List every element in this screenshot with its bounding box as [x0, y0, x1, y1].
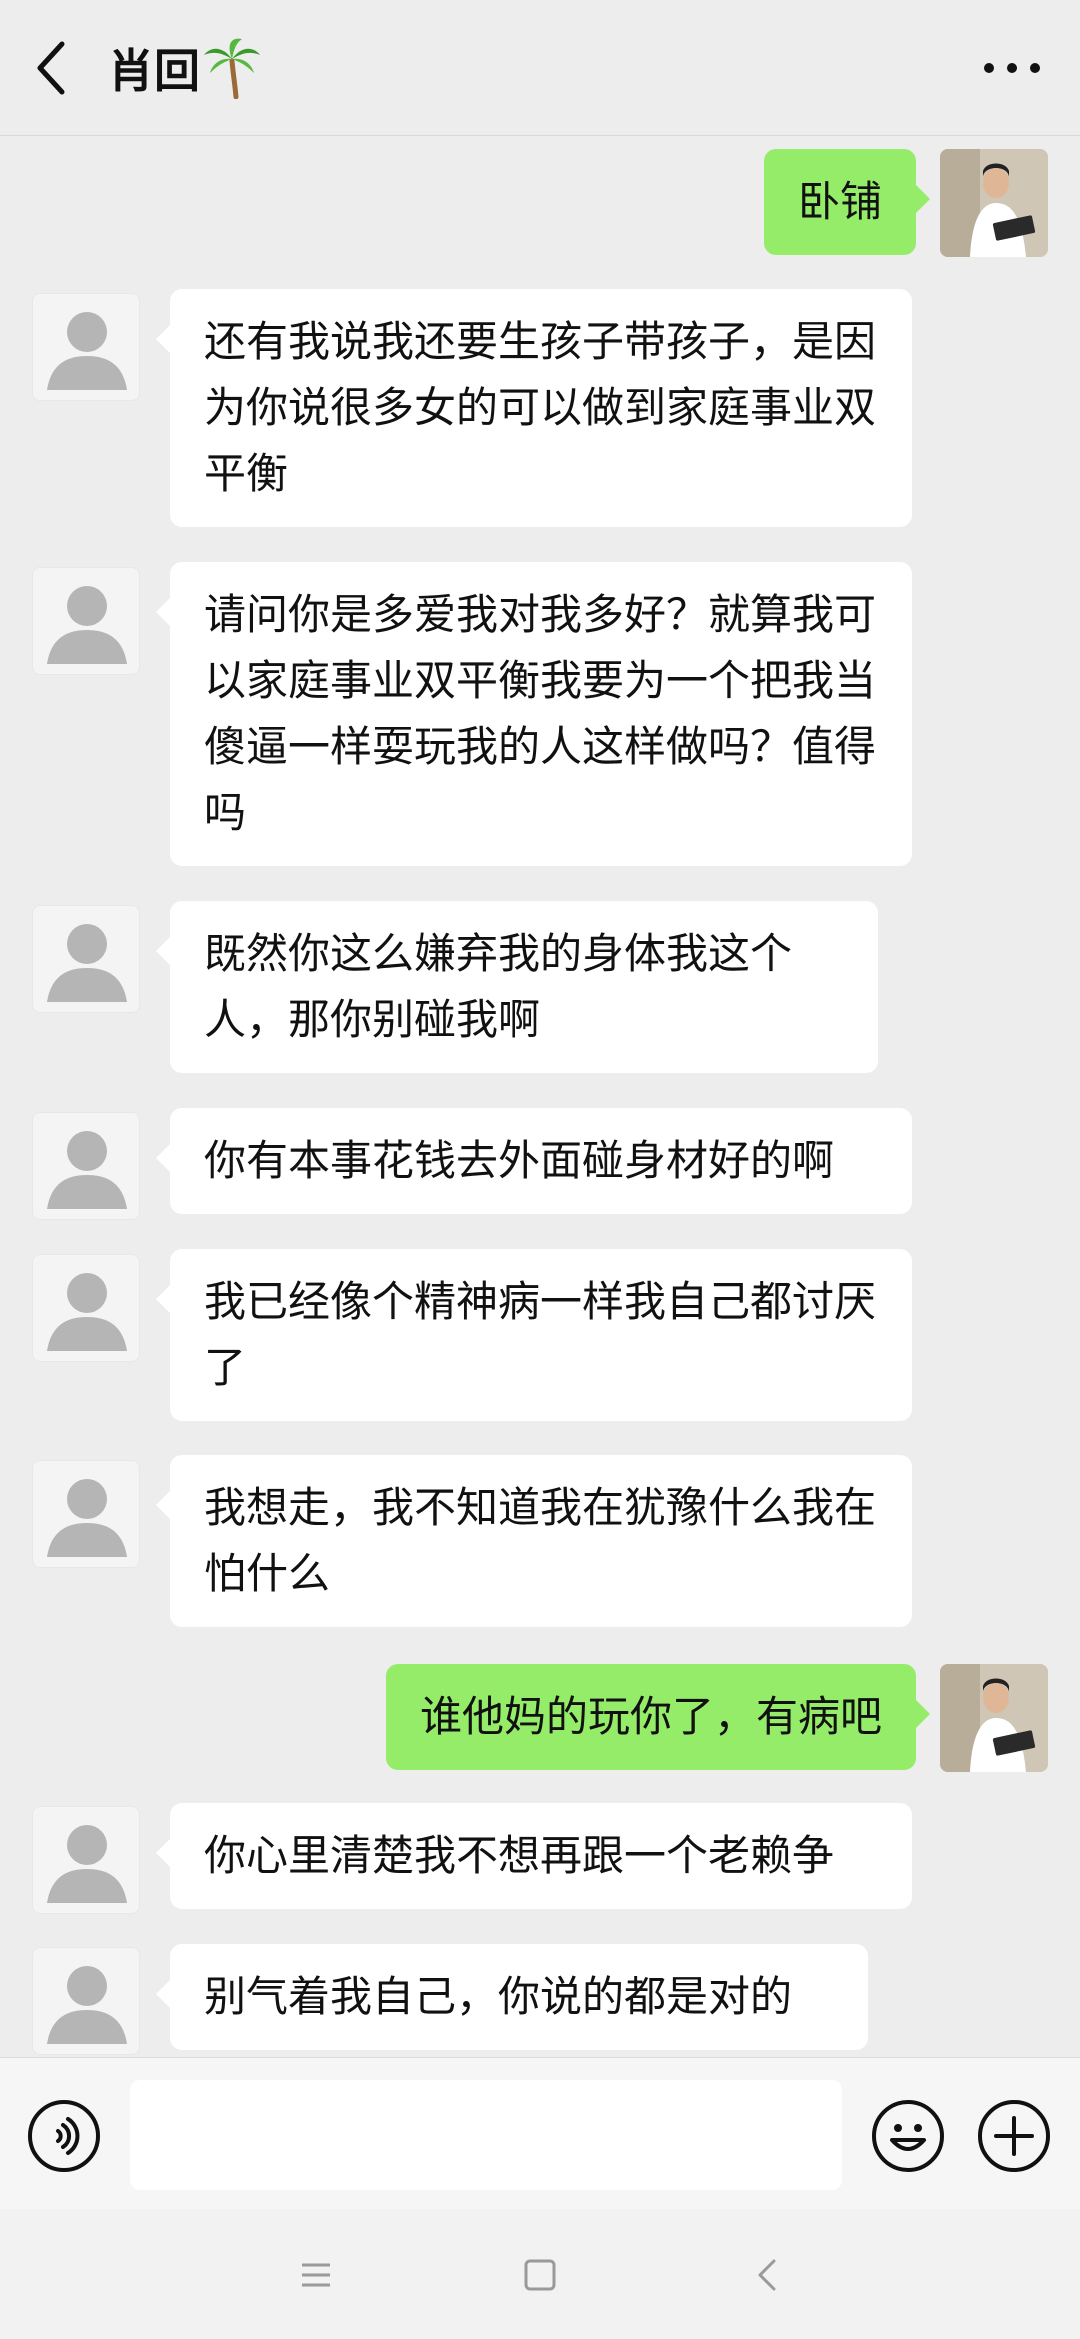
plus-icon[interactable]	[978, 2100, 1050, 2172]
message-bubble-other[interactable]: 还有我说我还要生孩子带孩子，是因为你说很多女的可以做到家庭事业双平衡	[156, 289, 912, 527]
self-avatar[interactable]	[940, 1664, 1048, 1772]
contact-avatar[interactable]	[32, 567, 140, 675]
menu-icon[interactable]	[286, 2245, 346, 2305]
emoji-icon[interactable]	[872, 2100, 944, 2172]
contact-name: 肖回	[108, 44, 200, 98]
input-bar	[0, 2057, 1080, 2209]
message-bubble-other[interactable]: 既然你这么嫌弃我的身体我这个人，那你别碰我啊	[156, 901, 878, 1073]
message-bubble-other[interactable]: 你心里清楚我不想再跟一个老赖争	[156, 1803, 912, 1909]
home-icon[interactable]	[510, 2245, 570, 2305]
contact-avatar[interactable]	[32, 1112, 140, 1220]
message-bubble-self[interactable]: 谁他妈的玩你了，有病吧	[385, 1664, 931, 1770]
chat-title[interactable]: 肖回	[108, 36, 262, 100]
voice-icon[interactable]	[28, 2100, 100, 2172]
contact-avatar[interactable]	[32, 905, 140, 1013]
message-bubble-other[interactable]: 你有本事花钱去外面碰身材好的啊	[156, 1108, 912, 1214]
self-avatar[interactable]	[940, 149, 1048, 257]
palm-tree-icon	[202, 37, 262, 100]
message-bubble-other[interactable]: 我已经像个精神病一样我自己都讨厌了	[156, 1249, 912, 1421]
contact-avatar[interactable]	[32, 1806, 140, 1914]
message-bubble-other[interactable]: 我想走，我不知道我在犹豫什么我在怕什么	[156, 1455, 912, 1627]
chat-header: 肖回	[0, 0, 1080, 136]
contact-avatar[interactable]	[32, 293, 140, 401]
contact-avatar[interactable]	[32, 1254, 140, 1362]
message-bubble-self[interactable]: 卧铺	[763, 149, 931, 255]
message-list[interactable]: 卧铺 还有我说我还要生孩子带孩子，是因为你说很多女的可以做到家庭事业双平衡 请问…	[0, 137, 1080, 2057]
contact-avatar[interactable]	[32, 1460, 140, 1568]
message-bubble-other[interactable]: 别气着我自己，你说的都是对的	[156, 1944, 868, 2050]
message-input[interactable]	[130, 2080, 842, 2190]
chevron-left-icon[interactable]	[28, 38, 76, 98]
back-icon[interactable]	[738, 2245, 798, 2305]
system-nav-bar	[0, 2209, 1080, 2339]
more-dots-icon[interactable]	[984, 48, 1040, 88]
contact-avatar[interactable]	[32, 1947, 140, 2055]
message-bubble-other[interactable]: 请问你是多爱我对我多好？就算我可以家庭事业双平衡我要为一个把我当傻逼一样耍玩我的…	[156, 562, 912, 866]
